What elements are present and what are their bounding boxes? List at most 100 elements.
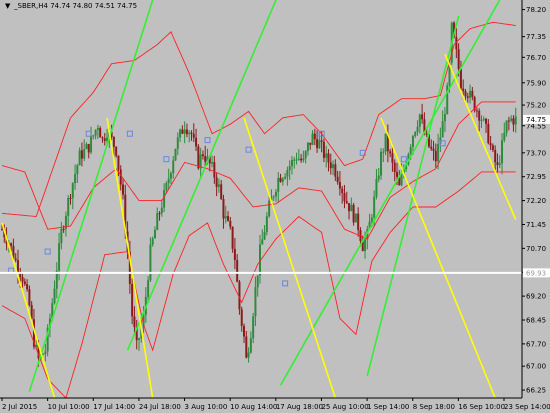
candle-body [338, 182, 341, 189]
candle-body [286, 170, 289, 177]
candle-body [74, 174, 77, 184]
time-tick-label: 2 Jul 2015 [2, 403, 37, 411]
time-tick-label: 3 Aug 10:00 [185, 403, 228, 411]
candle-body [411, 136, 414, 147]
candle-body [475, 110, 478, 112]
candle-body [505, 120, 508, 133]
candle-body [233, 248, 236, 261]
candle-body [85, 144, 88, 149]
candle-body [418, 114, 421, 127]
candle-body [496, 162, 499, 165]
price-tick-label: 70.70 [526, 245, 546, 253]
candle-body [222, 199, 225, 219]
candle-body [165, 183, 168, 190]
candle-body [153, 229, 156, 239]
candle-body [190, 132, 193, 134]
candle-body [26, 284, 29, 290]
candle-body [364, 239, 367, 252]
candle-body [133, 316, 136, 328]
candle-body [507, 120, 510, 122]
candle-body [158, 213, 161, 215]
candle-body [265, 216, 268, 232]
candle-body [261, 239, 264, 245]
candle-body [67, 197, 70, 216]
price-chart[interactable]: 78.2077.3576.7075.9075.2074.5573.7072.95… [0, 0, 550, 413]
price-tick-label: 72.20 [526, 197, 546, 205]
candle-body [201, 154, 204, 157]
candle-body [274, 191, 277, 197]
time-tick-label: 23 Sep 14:00 [504, 403, 550, 411]
candle-body [384, 133, 387, 152]
candle-body [69, 197, 72, 199]
menu-triangle-icon[interactable]: ▼ [5, 2, 11, 10]
candle-body [329, 162, 332, 169]
candle-body [437, 143, 440, 162]
candle-body [480, 119, 483, 121]
candle-body [485, 118, 488, 124]
candle-body [90, 136, 93, 153]
candle-body [281, 178, 284, 182]
time-tick-label: 25 Aug 10:00 [321, 403, 368, 411]
price-tick-label: 68.45 [526, 316, 546, 324]
price-tick-label: 75.90 [526, 79, 546, 87]
candle-body [284, 176, 287, 179]
candle-body [316, 139, 319, 149]
price-tick-label: 76.70 [526, 54, 546, 62]
candle-body [83, 148, 86, 159]
candle-body [471, 90, 474, 98]
candle-body [23, 281, 26, 285]
candle-body [156, 213, 159, 230]
candle-body [10, 243, 13, 247]
candle-body [119, 169, 122, 185]
candle-body [501, 140, 504, 164]
candle-body [229, 220, 232, 227]
chart-window[interactable]: 78.20 77.35 76.70 75.90 75.20 74.55 73.70 72.95… [0, 0, 550, 413]
candle-body [354, 213, 357, 223]
candle-body [204, 156, 207, 162]
candle-body [217, 184, 220, 187]
candle-body [300, 158, 303, 161]
candle-body [489, 143, 492, 146]
price-axis-panel [522, 0, 550, 413]
candle-body [313, 133, 316, 140]
candle-body [137, 338, 140, 341]
candle-body [343, 193, 346, 202]
candle-body [375, 179, 378, 197]
price-tick-label: 69.20 [526, 293, 546, 301]
candle-body [430, 146, 433, 149]
chart-title-bar: ▼ _SBER,H4 74.74 74.80 74.51 74.75 [5, 2, 137, 10]
current-price-label: 74.75 [526, 116, 546, 124]
candle-body [327, 153, 330, 163]
time-tick-label: 16 Sep 10:00 [458, 403, 505, 411]
candle-body [466, 96, 469, 98]
candle-body [78, 150, 81, 166]
candle-body [169, 173, 172, 179]
price-tick-label: 78.20 [526, 6, 546, 14]
candle-body [62, 228, 65, 230]
candle-body [295, 159, 298, 161]
candle-body [288, 166, 291, 171]
candle-body [469, 90, 472, 98]
candle-body [236, 260, 239, 282]
candle-body [514, 116, 517, 125]
candle-body [240, 309, 243, 326]
candle-body [115, 146, 118, 156]
candle-body [482, 118, 485, 120]
candle-body [510, 118, 513, 121]
candle-body [149, 244, 152, 281]
candle-body [370, 217, 373, 222]
candle-body [302, 158, 305, 161]
candle-body [373, 196, 376, 218]
candle-body [348, 203, 351, 212]
candle-body [336, 176, 339, 183]
candle-body [167, 178, 170, 184]
candle-body [391, 153, 394, 163]
candle-body [341, 188, 344, 194]
time-tick-label: 24 Jul 18:00 [139, 403, 181, 411]
candle-body [76, 165, 79, 175]
candle-body [220, 184, 223, 200]
price-tick-label: 77.35 [526, 33, 546, 41]
time-tick-label: 10 Jul 10:00 [48, 403, 90, 411]
candle-body [243, 325, 246, 337]
candle-body [256, 275, 259, 288]
